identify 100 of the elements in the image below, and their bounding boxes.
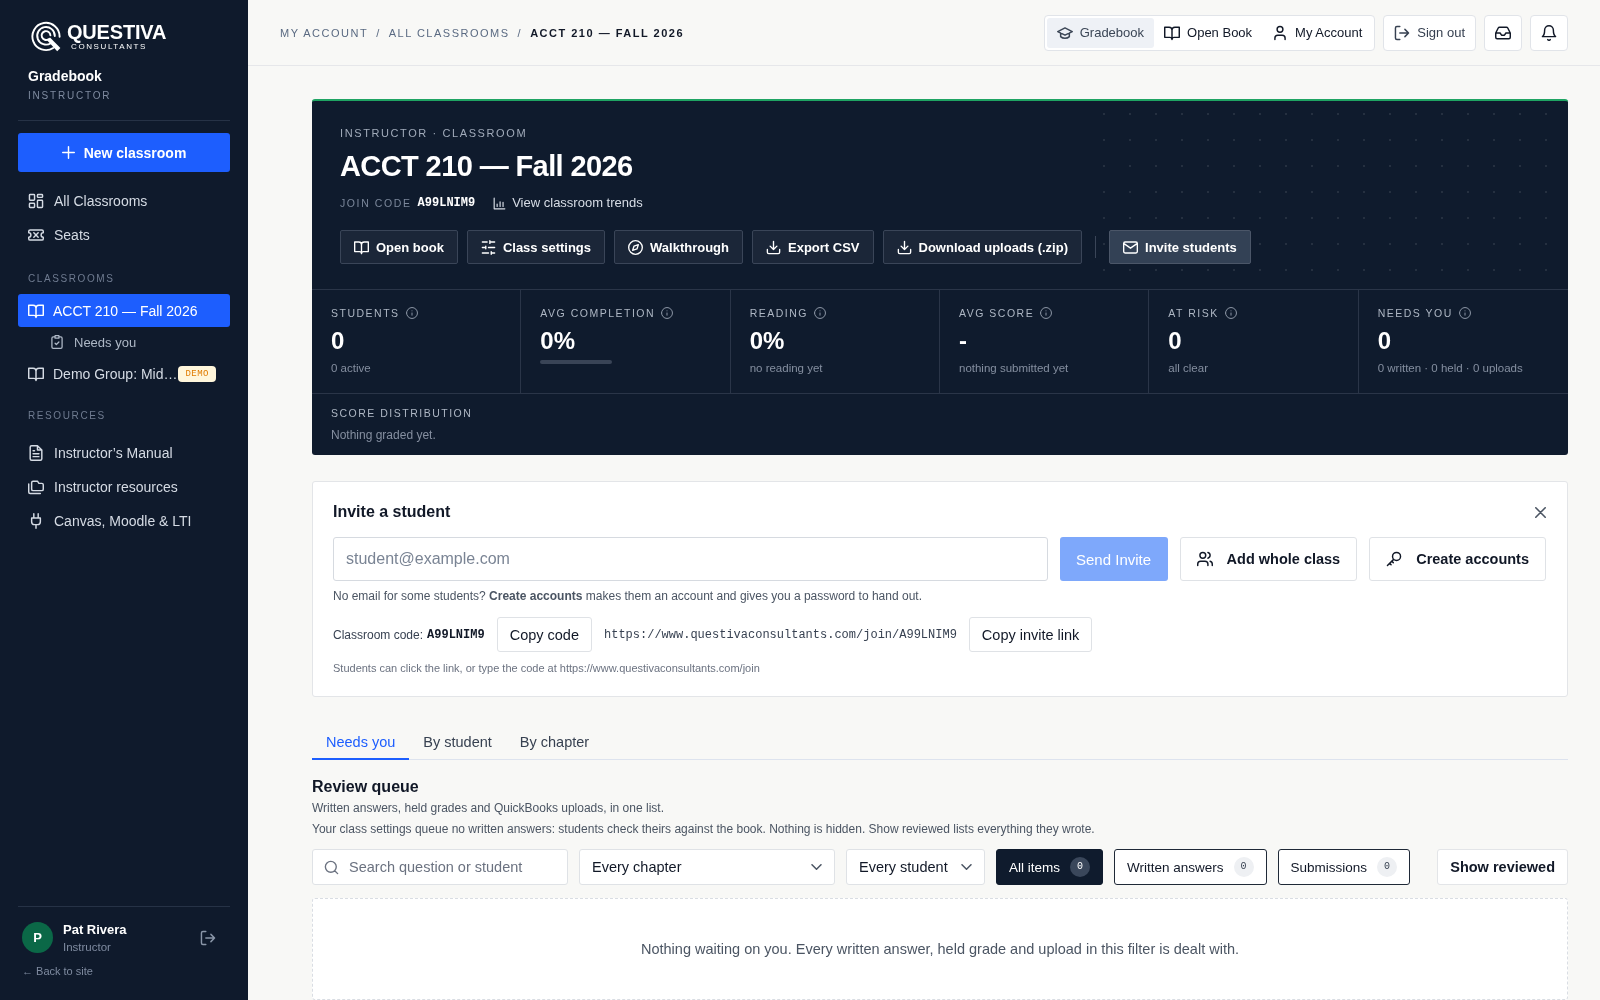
- new-classroom-button[interactable]: New classroom: [18, 133, 230, 172]
- stat-note: nothing submitted yet: [959, 361, 1070, 376]
- stat-note: 0 written · 0 held · 0 uploads: [1377, 361, 1524, 376]
- download-icon: [766, 239, 781, 255]
- invite-link[interactable]: https://www.questivaconsultants.com/join/A99LNIM9: [604, 627, 957, 642]
- sidebar-item[interactable]: Instructor’s Manual: [18, 436, 230, 470]
- folders-icon: [28, 479, 44, 495]
- footnote-text: Students can click the link, or type the code at https://www.questivaconsultants.com/join: [333, 661, 761, 675]
- empty-message: Nothing waiting on you. Every written answer, held grade and upload in this filter is dealt with.: [640, 941, 1240, 957]
- breadcrumb-link[interactable]: MY ACCOUNT: [280, 26, 369, 39]
- distribution-note: Nothing graded yet.: [331, 427, 437, 443]
- classroom-title: ACCT 210 — Fall 2026: [340, 149, 634, 183]
- classroom-subitem[interactable]: Needs you: [18, 327, 230, 357]
- stat-value: 0%: [749, 326, 786, 356]
- tab[interactable]: Needs you: [312, 725, 410, 760]
- current-page-title: ACCT 210 — FALL 2026: [530, 26, 685, 39]
- sidebar-item[interactable]: Canvas, Moodle & LTI: [18, 504, 230, 538]
- user-role: Instructor: [63, 941, 112, 953]
- distribution-label: SCORE DISTRIBUTION: [331, 406, 474, 420]
- action-button[interactable]: Download uploads (.zip): [882, 230, 1082, 264]
- trends-link[interactable]: View classroom trends: [493, 195, 643, 211]
- show-reviewed-button[interactable]: Show reviewed: [1437, 849, 1568, 885]
- stat-note: 0 active: [331, 361, 372, 376]
- filter-chip[interactable]: Submissions 0: [1277, 849, 1411, 885]
- count-badge: 0: [1070, 857, 1090, 877]
- book-icon: [354, 239, 369, 255]
- add-class-button[interactable]: Add whole class: [1179, 537, 1358, 581]
- stat-value: 0: [1168, 326, 1183, 356]
- brand-tagline: CONSULTANTS: [71, 42, 147, 51]
- count-badge: 0: [1377, 857, 1398, 877]
- tab[interactable]: By chapter: [505, 725, 604, 760]
- brand-name: QUESTIVA: [67, 21, 167, 42]
- action-button[interactable]: Open book: [340, 230, 458, 264]
- app-title: Gradebook: [28, 68, 103, 84]
- logout-icon[interactable]: [200, 929, 216, 946]
- inbox-button[interactable]: [1484, 14, 1522, 51]
- info-icon: [661, 307, 674, 319]
- dropdown[interactable]: Every student: [846, 849, 985, 885]
- action-button[interactable]: Class settings: [466, 230, 606, 264]
- filter-chip[interactable]: Written answers 0: [1114, 849, 1267, 885]
- user-icon: [1272, 24, 1289, 41]
- search-field[interactable]: Search question or student: [312, 849, 568, 885]
- tag-badge: DEMO: [178, 365, 216, 382]
- bar-chart-icon: [493, 196, 507, 210]
- action-button[interactable]: Walkthrough: [614, 230, 743, 264]
- info-icon: [1458, 307, 1471, 319]
- action-button[interactable]: Export CSV: [752, 230, 874, 264]
- compass-icon: [628, 239, 644, 255]
- copy-code-button[interactable]: Copy code: [496, 617, 592, 652]
- create-accounts-button[interactable]: Create accounts: [1369, 537, 1546, 581]
- classroom-item[interactable]: ACCT 210 — Fall 2026: [18, 294, 230, 327]
- logo-icon: [30, 20, 62, 52]
- sign-out-button[interactable]: Sign out: [1383, 14, 1476, 51]
- notifications-button[interactable]: [1530, 14, 1568, 51]
- dropdown[interactable]: Every chapter: [579, 849, 835, 885]
- filter-chip[interactable]: All items 0: [996, 849, 1103, 885]
- stat-value: 0: [331, 326, 346, 356]
- avatar: P: [22, 922, 53, 953]
- section-heading: RESOURCES: [28, 410, 107, 422]
- close-icon[interactable]: [1535, 506, 1546, 518]
- clipboard-check-icon: [50, 335, 64, 349]
- sidebar-item[interactable]: All Classrooms: [18, 184, 230, 218]
- stat-label: STUDENTS: [331, 306, 400, 320]
- info-icon: [814, 307, 826, 319]
- stat-label: AVG SCORE: [959, 306, 1035, 320]
- users-icon: [1196, 551, 1213, 567]
- classroom-item[interactable]: Demo Group: Mid…: [18, 357, 179, 390]
- count-badge: 0: [1233, 857, 1254, 877]
- nav-tab[interactable]: Open Book: [1154, 17, 1263, 48]
- graduation-cap-icon: [1056, 24, 1073, 41]
- plug-icon: [28, 513, 44, 529]
- stat-label: AVG COMPLETION: [540, 306, 656, 320]
- description-text: Your class settings queue no written answers: students check theirs against the book. Nothing is hidden. Show reviewed lists everything they wrote.: [312, 821, 1096, 838]
- invite-students-button[interactable]: Invite students: [1109, 230, 1251, 264]
- grid-icon: [28, 193, 44, 209]
- breadcrumb-link[interactable]: ALL CLASSROOMS: [388, 26, 510, 39]
- sidebar-item[interactable]: Seats: [18, 218, 230, 252]
- nav-tab[interactable]: Gradebook: [1046, 17, 1155, 48]
- download-icon: [896, 239, 912, 255]
- back-link[interactable]: ← Back to site: [22, 965, 230, 978]
- eyebrow-label: INSTRUCTOR · CLASSROOM: [340, 126, 529, 140]
- breadcrumb-separator: /: [376, 26, 381, 39]
- email-field[interactable]: student@example.com: [333, 537, 1048, 581]
- section-heading: CLASSROOMS: [28, 273, 116, 285]
- logout-icon: [1394, 24, 1411, 41]
- card-title: Invite a student: [333, 502, 451, 522]
- sidebar-item[interactable]: Instructor resources: [18, 470, 230, 504]
- ticket-icon: [28, 227, 44, 243]
- stat-value: 0: [1377, 326, 1392, 356]
- info-icon: [1224, 307, 1237, 319]
- mail-icon: [1123, 239, 1138, 255]
- tab[interactable]: By student: [409, 725, 506, 760]
- book-icon: [28, 365, 44, 382]
- stat-label: AT RISK: [1168, 306, 1219, 320]
- info-icon: [405, 307, 418, 319]
- copy-link-button[interactable]: Copy invite link: [968, 617, 1093, 652]
- search-icon: [324, 860, 339, 875]
- user-name: Pat Rivera: [63, 922, 127, 937]
- description-text: Written answers, held grades and QuickBooks uploads, in one list.: [312, 800, 665, 817]
- nav-tab[interactable]: My Account: [1262, 17, 1373, 48]
